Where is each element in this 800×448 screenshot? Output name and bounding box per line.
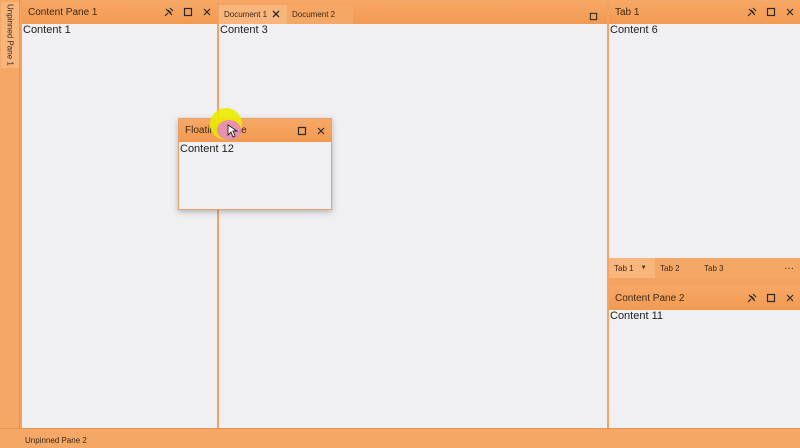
tab-1-title: Tab 1 (615, 6, 640, 18)
tab-document-2[interactable]: Document 2 (287, 5, 353, 24)
chevron-down-icon[interactable]: ▼ (641, 265, 647, 271)
content-pane-2-header[interactable]: Content Pane 2 (609, 286, 800, 310)
unpin-icon[interactable] (743, 289, 761, 307)
content-pane-2: Content Pane 2 Content 11 (609, 286, 800, 428)
tab-document-1[interactable]: Document 1 (219, 5, 287, 24)
unpinned-pane-2-label: Unpinned Pane 2 (25, 435, 87, 445)
content-pane-1-title: Content Pane 1 (28, 6, 98, 18)
right-tab-group: Tab 1 Content 6 (609, 0, 800, 258)
unpinned-pane-2-tab[interactable]: Unpinned Pane 2 (20, 432, 92, 448)
close-icon[interactable] (312, 122, 330, 140)
content-pane-2-body: Content 11 (610, 310, 664, 322)
maximize-icon[interactable] (293, 122, 311, 140)
close-icon[interactable] (781, 289, 799, 307)
mouse-cursor-icon (227, 124, 239, 138)
close-icon[interactable] (781, 3, 799, 21)
right-tab-strip: Tab 1 ▼ Tab 2 Tab 3 ··· (609, 258, 800, 278)
maximize-icon[interactable] (762, 289, 780, 307)
content-pane-1-body: Content 1 (23, 24, 71, 36)
close-icon[interactable] (198, 3, 216, 21)
tab-1-label: Tab 1 (614, 263, 634, 273)
left-unpinned-strip: Unpinned Pane 1 (0, 0, 20, 428)
document-tab-strip: Document 1 Document 2 (219, 0, 607, 24)
unpinned-pane-1-tab[interactable]: Unpinned Pane 1 (1, 2, 19, 68)
maximize-icon[interactable] (179, 3, 197, 21)
content-pane-2-title: Content Pane 2 (615, 292, 685, 304)
bottom-unpinned-strip: Unpinned Pane 2 (0, 428, 800, 448)
content-pane-1: Content Pane 1 Content 1 (22, 0, 217, 428)
tab-3-label: Tab 3 (704, 263, 724, 273)
maximize-icon[interactable] (589, 8, 601, 21)
maximize-icon[interactable] (762, 3, 780, 21)
unpinned-pane-1-label: Unpinned Pane 1 (5, 4, 15, 66)
unpin-icon[interactable] (743, 3, 761, 21)
document-content: Content 3 (220, 24, 268, 36)
tab-2-label: Tab 2 (660, 263, 680, 273)
more-icon[interactable]: ··· (782, 261, 796, 275)
tab-1-content: Content 6 (610, 24, 658, 36)
floating-pane-body: Content 12 (180, 143, 234, 155)
document-content-pane: Content 3 (219, 24, 607, 428)
floating-pane-header[interactable]: Floating Pane (179, 119, 331, 142)
floating-pane[interactable]: Floating Pane Content 12 (178, 118, 332, 210)
content-pane-1-header[interactable]: Content Pane 1 (22, 0, 217, 24)
tab-1-header[interactable]: Tab 1 (609, 0, 800, 24)
tab-document-1-label: Document 1 (224, 10, 268, 19)
tab-document-2-label: Document 2 (292, 10, 336, 19)
tab-1[interactable]: Tab 1 ▼ (609, 258, 655, 278)
unpin-icon[interactable] (160, 3, 178, 21)
close-icon[interactable] (272, 10, 280, 20)
tab-2[interactable]: Tab 2 (655, 258, 699, 278)
tab-3[interactable]: Tab 3 (699, 258, 743, 278)
